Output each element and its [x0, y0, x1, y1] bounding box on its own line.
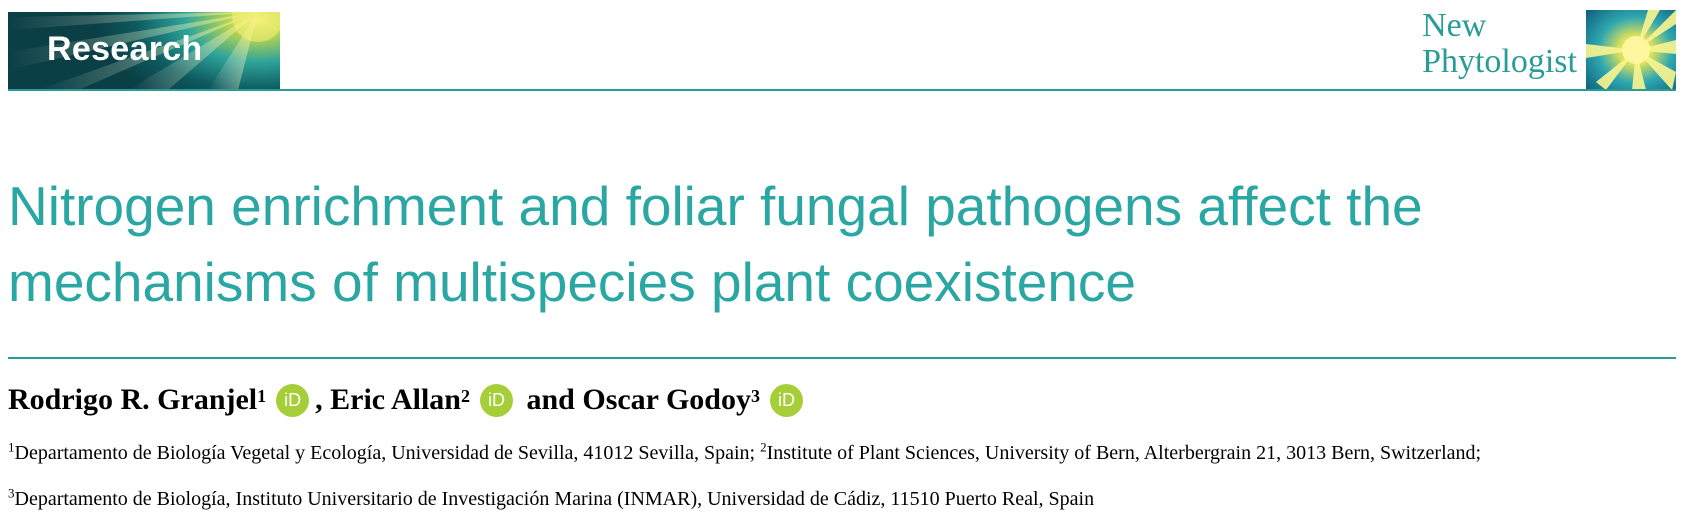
- author-separator: ,: [315, 383, 331, 416]
- author-separator: and: [518, 383, 583, 416]
- journal-name-line1: New: [1422, 7, 1487, 44]
- affiliation-text: Institute of Plant Sciences, University …: [766, 442, 1482, 464]
- header-divider: [8, 89, 1676, 91]
- affiliation-text: Departamento de Biología Vegetal y Ecolo…: [14, 442, 761, 464]
- author-name: Oscar Godoy: [582, 383, 751, 416]
- title-divider: [8, 357, 1676, 359]
- affiliation-line: 3Departamento de Biología, Instituto Uni…: [8, 486, 1095, 511]
- author-name: Rodrigo R. Granjel: [8, 383, 258, 416]
- orcid-icon[interactable]: iD: [479, 383, 513, 417]
- journal-name-line2: Phytologist: [1422, 43, 1577, 80]
- title-line-1: Nitrogen enrichment and foliar fungal pa…: [8, 175, 1423, 237]
- orcid-icon[interactable]: iD: [276, 383, 310, 417]
- affiliation-line: 1Departamento de Biología Vegetal y Ecol…: [8, 440, 1482, 465]
- title-line-2: mechanisms of multispecies plant coexist…: [8, 251, 1137, 313]
- article-title: Nitrogen enrichment and foliar fungal pa…: [8, 168, 1648, 320]
- section-label: Research: [47, 30, 203, 68]
- author-name: Eric Allan: [330, 383, 461, 416]
- affiliation-text: Departamento de Biología, Instituto Univ…: [14, 488, 1095, 510]
- journal-logo-icon: [1586, 10, 1676, 90]
- orcid-icon[interactable]: iD: [769, 383, 803, 417]
- author-list: Rodrigo R. Granjel 1 iD , Eric Allan 2 iD …: [8, 383, 809, 417]
- research-section-banner: Research: [8, 12, 280, 90]
- journal-name: New Phytologist: [1422, 8, 1577, 80]
